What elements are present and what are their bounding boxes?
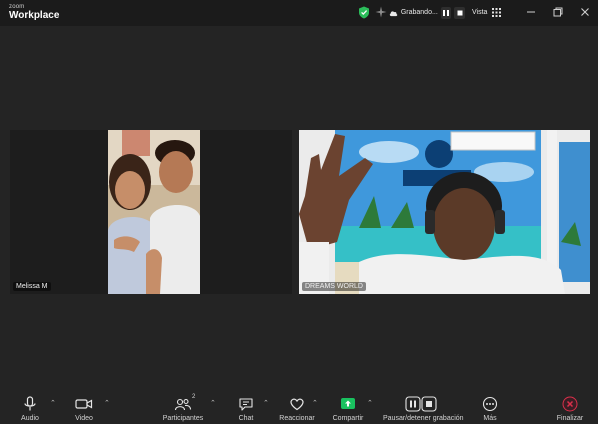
chat-button[interactable]: Chat [232, 390, 260, 424]
video-gallery: Melissa M DREAMS WORLD [10, 130, 590, 294]
participant-name: DREAMS WORLD [302, 282, 366, 291]
pause-stop-recording-icon [405, 396, 437, 412]
video-button[interactable]: Video [68, 390, 100, 424]
participant-video [10, 130, 292, 294]
stop-recording-button[interactable] [454, 6, 465, 19]
more-button[interactable]: Más [478, 390, 502, 424]
chat-label: Chat [238, 415, 254, 422]
recording-controls-label: Pausar/detener grabación [383, 415, 464, 422]
participant-tile[interactable]: DREAMS WORLD [299, 130, 590, 294]
shield-icon[interactable] [358, 6, 370, 19]
video-options-chevron-icon[interactable]: ⌃ [104, 399, 110, 407]
more-label: Más [483, 415, 497, 422]
microphone-icon [24, 396, 36, 411]
title-bar: zoom Workplace Grabando... Vista [0, 0, 598, 26]
restore-icon[interactable] [552, 6, 564, 18]
cloud-icon [389, 10, 398, 16]
participants-options-chevron-icon[interactable]: ⌃ [210, 399, 216, 407]
react-label: Reaccionar [279, 415, 315, 422]
share-label: Compartir [332, 415, 364, 422]
heart-icon [290, 398, 304, 411]
more-icon [482, 396, 498, 412]
audio-button[interactable]: Audio [14, 390, 46, 424]
chat-options-chevron-icon[interactable]: ⌃ [263, 399, 269, 407]
stop-icon [457, 10, 463, 15]
view-label: Vista [472, 9, 488, 16]
react-button[interactable]: Reaccionar [278, 390, 316, 424]
participants-button[interactable]: 2 Participantes [160, 390, 206, 424]
end-meeting-button[interactable]: Finalizar [555, 390, 585, 424]
pause-icon [443, 9, 450, 16]
audio-options-chevron-icon[interactable]: ⌃ [50, 399, 56, 407]
share-options-chevron-icon[interactable]: ⌃ [367, 399, 373, 407]
close-icon[interactable] [579, 6, 591, 18]
end-meeting-icon [562, 396, 578, 412]
participant-video [299, 130, 590, 294]
app-logo: zoom Workplace [9, 4, 59, 21]
grid-icon [492, 8, 502, 17]
recording-indicator: Grabando... [389, 5, 465, 20]
video-camera-icon [75, 399, 93, 409]
meeting-toolbar: Audio ⌃ Video ⌃ 2 Participantes ⌃ Chat ⌃… [0, 390, 598, 424]
video-label: Video [75, 415, 93, 422]
view-button[interactable]: Vista [472, 5, 502, 20]
audio-label: Audio [21, 415, 39, 422]
sparkle-icon[interactable] [375, 6, 387, 18]
recording-label: Grabando... [400, 9, 438, 16]
recording-controls-button[interactable]: Pausar/detener grabación [383, 390, 464, 424]
chat-icon [239, 398, 253, 411]
end-meeting-label: Finalizar [556, 415, 584, 422]
participant-tile[interactable]: Melissa M [10, 130, 292, 294]
share-button[interactable]: Compartir [330, 390, 366, 424]
participants-count: 2 [192, 394, 196, 400]
share-screen-icon [341, 398, 355, 409]
participants-label: Participantes [162, 415, 204, 422]
minimize-icon[interactable] [525, 6, 537, 18]
participant-name: Melissa M [13, 282, 51, 291]
react-options-chevron-icon[interactable]: ⌃ [312, 399, 318, 407]
participants-icon [174, 398, 192, 411]
pause-recording-button[interactable] [440, 6, 452, 19]
app-logo-workplace: Workplace [9, 10, 60, 21]
